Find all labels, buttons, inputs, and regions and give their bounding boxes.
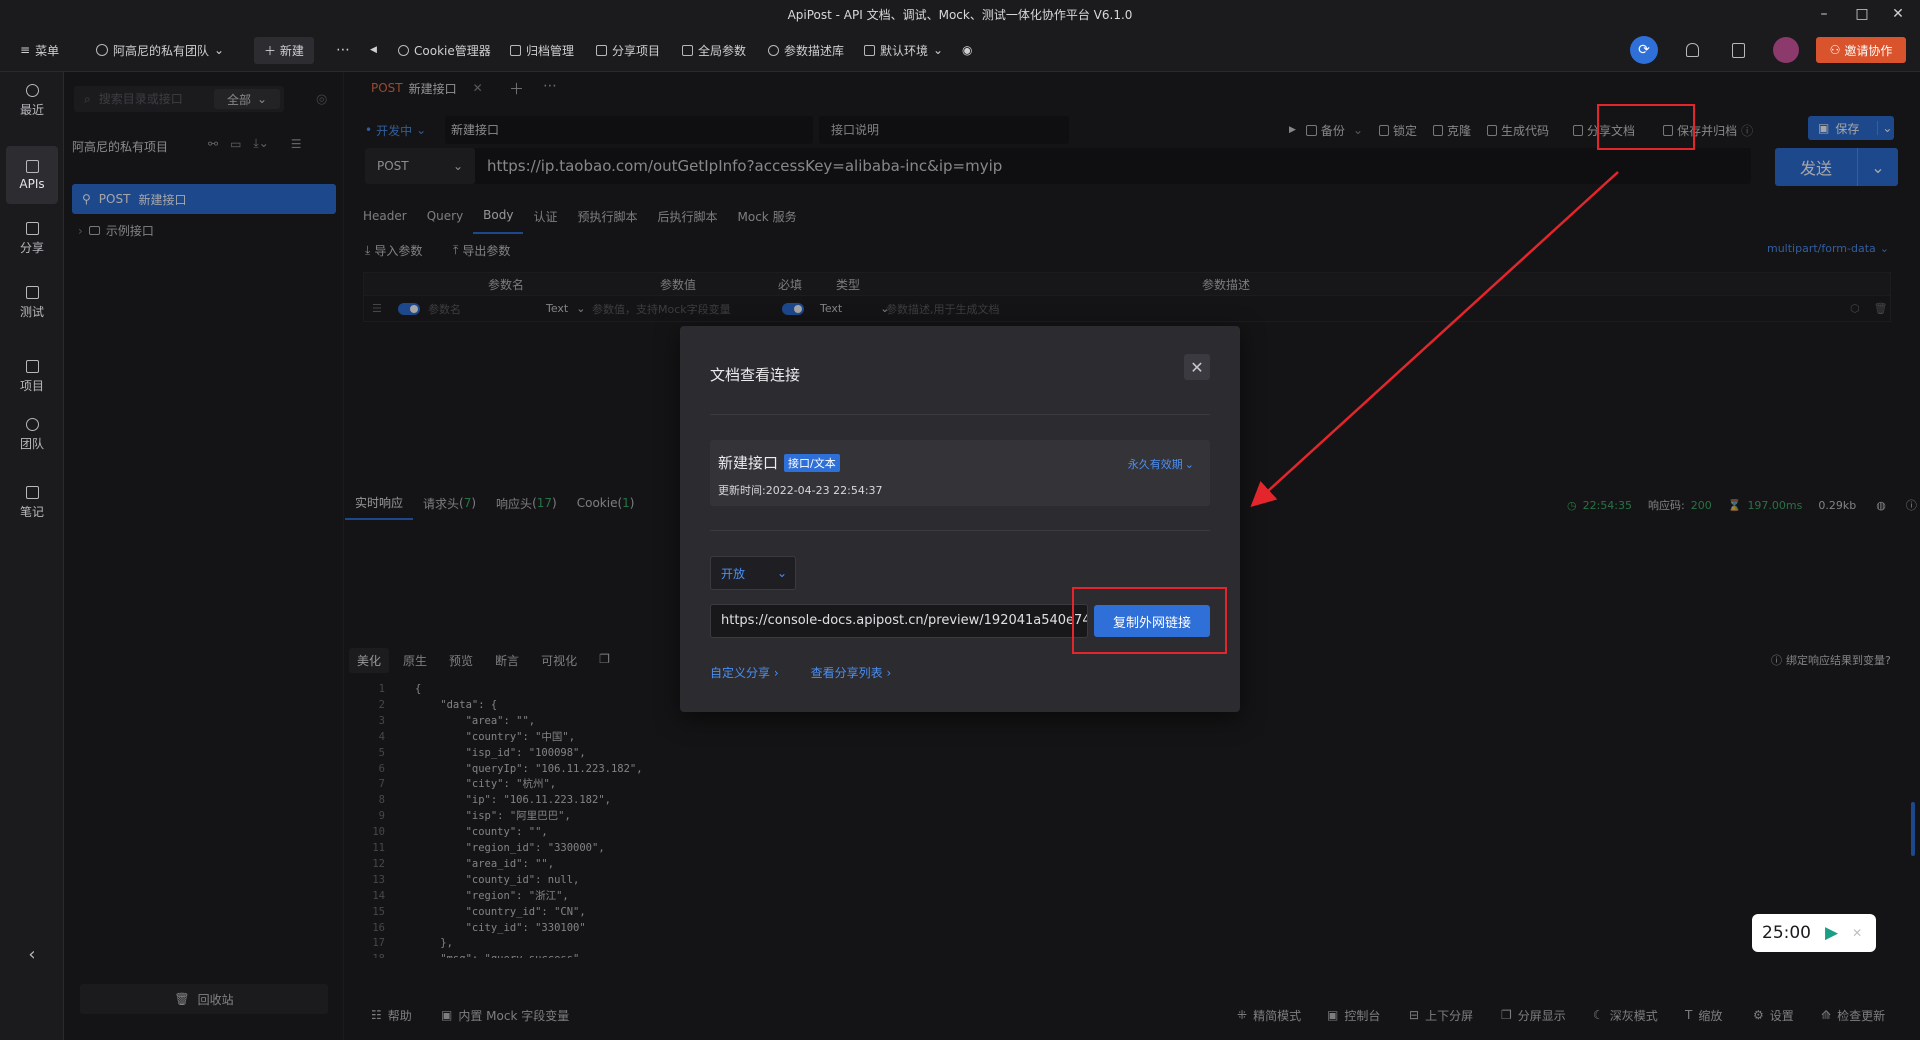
timer-value: 25:00	[1762, 923, 1811, 943]
annotation-arrow	[1250, 171, 1619, 508]
floating-timer: 25:00 ▶ ✕	[1752, 914, 1876, 952]
close-icon[interactable]: ✕	[1852, 926, 1862, 940]
play-icon[interactable]: ▶	[1825, 923, 1838, 943]
